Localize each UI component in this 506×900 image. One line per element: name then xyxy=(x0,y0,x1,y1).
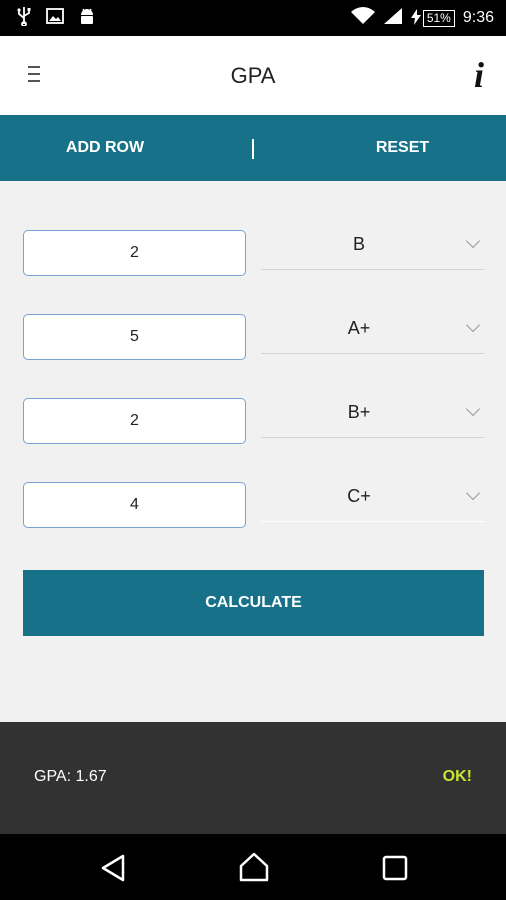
action-toolbar: ADD ROW RESET xyxy=(0,115,506,181)
add-row-button[interactable]: ADD ROW xyxy=(40,115,170,181)
ok-button[interactable]: OK! xyxy=(443,768,472,786)
charging-icon xyxy=(410,8,421,28)
reset-button[interactable]: RESET xyxy=(340,115,465,181)
android-icon xyxy=(78,6,96,31)
chevron-down-icon xyxy=(465,401,481,417)
page-title: GPA xyxy=(230,63,276,88)
credits-input[interactable] xyxy=(23,482,246,528)
clock: 9:36 xyxy=(462,9,494,26)
wifi-icon xyxy=(350,6,375,30)
grade-dropdown[interactable]: C+ xyxy=(261,482,484,522)
system-nav-bar xyxy=(0,834,506,900)
chevron-down-icon xyxy=(465,233,481,249)
info-icon[interactable]: i xyxy=(474,54,484,96)
grade-value: C+ xyxy=(347,486,371,506)
grade-value: B xyxy=(352,234,365,254)
calculate-button[interactable]: CALCULATE xyxy=(23,570,484,636)
course-row: A+ xyxy=(0,314,506,364)
battery-level: 51% xyxy=(422,9,455,27)
image-icon xyxy=(46,7,64,29)
chevron-down-icon xyxy=(465,317,481,333)
grade-value: B+ xyxy=(347,402,371,422)
recents-icon[interactable] xyxy=(382,855,408,886)
usb-icon xyxy=(16,6,32,31)
course-row: B+ xyxy=(0,398,506,448)
grade-dropdown[interactable]: B+ xyxy=(261,398,484,438)
home-icon[interactable] xyxy=(238,852,270,887)
course-row: B xyxy=(0,230,506,280)
course-row: C+ xyxy=(0,482,506,532)
credits-input[interactable] xyxy=(23,314,246,360)
credits-input[interactable] xyxy=(23,398,246,444)
back-icon[interactable] xyxy=(100,854,126,887)
gpa-result-text: GPA: 1.67 xyxy=(34,768,107,785)
status-bar: 51% 9:36 xyxy=(0,0,506,36)
battery-indicator: 51% xyxy=(410,8,455,28)
credits-input[interactable] xyxy=(23,230,246,276)
grade-value: A+ xyxy=(347,318,371,338)
signal-icon xyxy=(383,7,403,30)
chevron-down-icon xyxy=(465,485,481,501)
app-bar: GPA i xyxy=(0,36,506,115)
toolbar-divider xyxy=(252,139,254,159)
grade-dropdown[interactable]: A+ xyxy=(261,314,484,354)
grade-dropdown[interactable]: B xyxy=(261,230,484,270)
result-snackbar: GPA: 1.67 OK! xyxy=(0,722,506,834)
